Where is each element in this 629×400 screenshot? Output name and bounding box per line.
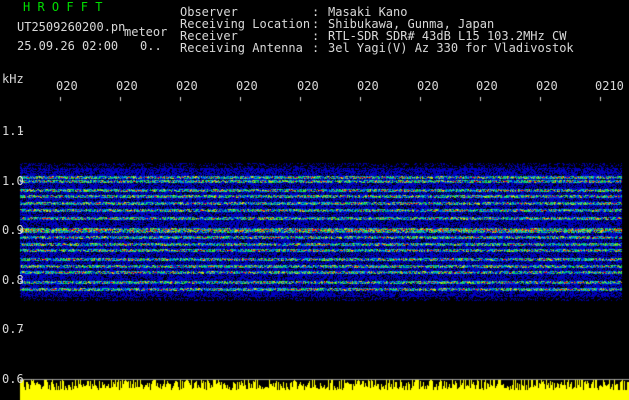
y-axis-unit: kHz bbox=[2, 72, 24, 86]
x-tick-label: 020 bbox=[297, 79, 319, 93]
x-tick-label: 020 bbox=[357, 79, 379, 93]
x-tick-label: 020 bbox=[417, 79, 439, 93]
info-label-antenna: Receiving Antenna bbox=[180, 41, 303, 55]
hrofft-screen: H R O F F T UT2509260200.pn meteor 25.09… bbox=[0, 0, 629, 400]
meteor-label: meteor bbox=[124, 25, 168, 39]
hrofft-logo: H R O F F T bbox=[23, 0, 103, 14]
x-tick-label: 020 bbox=[236, 79, 258, 93]
y-tick-label: 1.1 bbox=[2, 124, 24, 138]
date-label: 25.09.26 02:00 bbox=[17, 39, 119, 53]
y-tick-label: 0.8 bbox=[2, 273, 24, 287]
x-tick-label: 0210 bbox=[595, 79, 624, 93]
spectrogram-canvas bbox=[0, 0, 629, 400]
info-colon: : bbox=[312, 41, 320, 55]
x-tick-label: 020 bbox=[536, 79, 558, 93]
y-tick-label: 0.6 bbox=[2, 372, 24, 386]
y-tick-label: 1.0 bbox=[2, 174, 24, 188]
info-value-antenna: 3el Yagi(V) Az 330 for Vladivostok bbox=[328, 41, 574, 55]
filename-label: UT2509260200.pn bbox=[17, 20, 126, 34]
x-tick-label: 020 bbox=[56, 79, 78, 93]
x-tick-label: 020 bbox=[476, 79, 498, 93]
x-tick-label: 020 bbox=[176, 79, 198, 93]
x-tick-label: 020 bbox=[116, 79, 138, 93]
y-tick-label: 0.7 bbox=[2, 322, 24, 336]
y-tick-label: 0.9 bbox=[2, 223, 24, 237]
count-label: 0.. bbox=[140, 39, 162, 53]
